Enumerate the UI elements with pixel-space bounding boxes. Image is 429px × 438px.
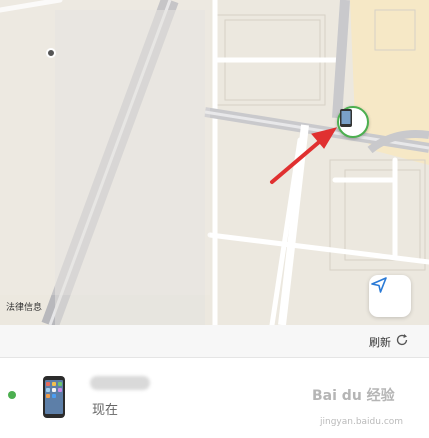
map-marker-dot (46, 48, 56, 58)
phone-icon (43, 376, 65, 418)
online-status-dot (8, 391, 16, 399)
refresh-icon[interactable] (395, 333, 409, 347)
watermark: Bai du 经验 (312, 388, 395, 404)
map-view[interactable]: 法律信息 (0, 0, 429, 325)
find-device-screen: 法律信息 刷新 现在 Bai du 经验 jingyan.baidu.com (0, 0, 429, 438)
device-name-redacted (90, 376, 150, 390)
location-arrow-icon (371, 277, 387, 293)
locate-me-button[interactable] (369, 275, 411, 317)
watermark-url: jingyan.baidu.com (320, 417, 404, 427)
phone-icon (340, 109, 352, 127)
device-location-pin[interactable] (337, 106, 369, 138)
legal-info-link[interactable]: 法律信息 (6, 300, 42, 313)
refresh-bar: 刷新 (0, 325, 429, 358)
device-last-seen: 现在 (92, 403, 119, 418)
map-canvas (0, 0, 429, 325)
refresh-button[interactable]: 刷新 (369, 334, 391, 350)
